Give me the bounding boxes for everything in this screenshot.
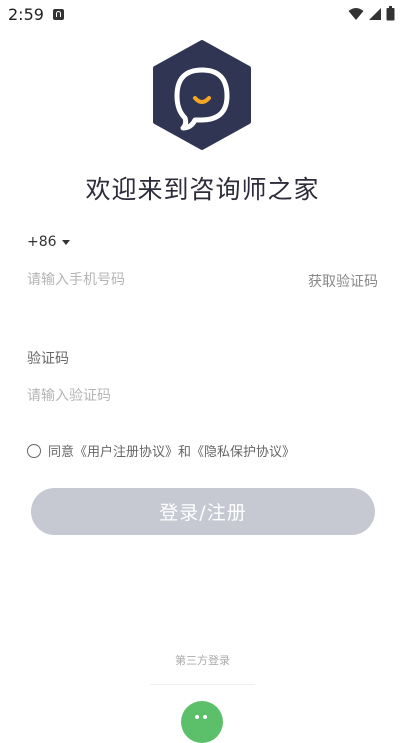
phone-input[interactable] <box>27 266 257 294</box>
status-bar: 2:59 <box>0 0 405 30</box>
divider <box>150 684 255 685</box>
get-code-button[interactable]: 获取验证码 <box>308 271 378 291</box>
code-row <box>27 382 378 410</box>
status-icons <box>348 6 395 21</box>
code-label: 验证码 <box>27 351 69 367</box>
wifi-icon <box>348 7 364 20</box>
code-input[interactable] <box>27 382 327 410</box>
agreement-row: 同意《用户注册协议》和《隐私保护协议》 <box>27 441 295 460</box>
country-code-selector[interactable]: +86 <box>27 234 70 250</box>
third-party-label: 第三方登录 <box>175 654 230 667</box>
agreement-text[interactable]: 同意《用户注册协议》和《隐私保护协议》 <box>48 441 295 460</box>
country-code-value: +86 <box>27 234 57 250</box>
battery-icon <box>386 6 395 21</box>
login-button[interactable]: 登录/注册 <box>31 488 375 535</box>
agreement-checkbox[interactable] <box>27 443 41 458</box>
wechat-icon[interactable] <box>181 701 223 743</box>
app-notification-icon <box>53 9 64 20</box>
wechat-eye-left <box>195 715 199 719</box>
status-time: 2:59 <box>8 5 44 24</box>
signal-icon <box>369 7 381 20</box>
wechat-eye-right <box>203 715 207 719</box>
welcome-title: 欢迎来到咨询师之家 <box>85 175 320 204</box>
phone-row: 获取验证码 <box>27 266 378 294</box>
chevron-down-icon <box>61 239 70 245</box>
app-logo-icon <box>153 40 251 150</box>
